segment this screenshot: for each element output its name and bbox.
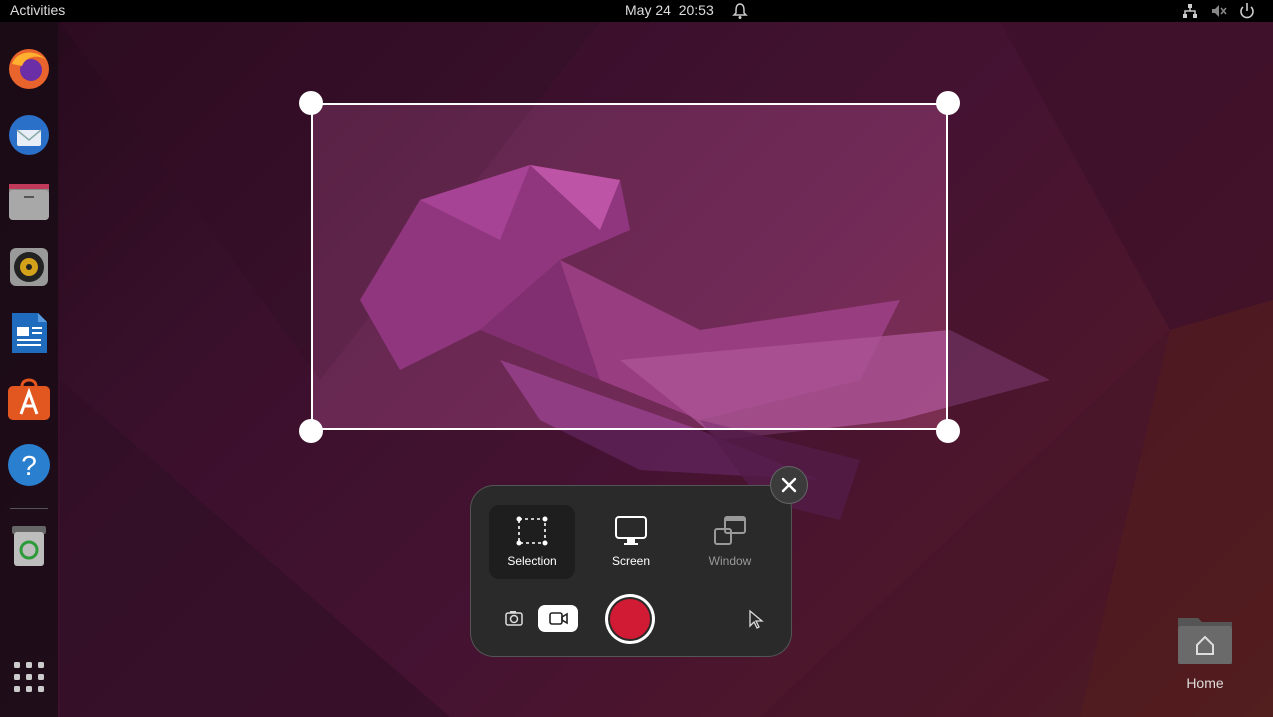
monitor-icon [615,516,647,545]
screenshot-panel: Selection Screen Window [470,485,792,657]
selection-icon [516,516,548,546]
selection-handle-top-right[interactable] [936,91,960,115]
rhythmbox-icon [10,248,48,286]
network-icon[interactable] [1181,2,1199,20]
power-icon[interactable] [1238,2,1256,20]
dock: ? [0,22,58,717]
dock-item-files[interactable] [6,178,52,224]
window-icon [714,516,746,545]
dock-item-rhythmbox[interactable] [6,244,52,290]
camera-icon [505,611,523,626]
selection-area[interactable] [311,103,948,430]
dock-item-help[interactable]: ? [6,442,52,488]
close-button[interactable] [770,466,808,504]
writer-icon [12,313,47,353]
help-icon: ? [8,444,50,486]
clock-date: May 24 [625,2,671,18]
pointer-icon [749,609,764,629]
trash-icon [12,526,46,566]
dock-item-writer[interactable] [6,310,52,356]
mode-selection-button[interactable]: Selection [489,505,575,579]
desktop-home-folder[interactable]: Home [1170,612,1240,702]
bell-icon [732,3,748,19]
close-icon [781,477,797,493]
dim-top [58,22,1273,103]
record-icon [610,599,650,639]
screencast-toggle-button[interactable] [538,605,578,632]
top-bar: Activities May 24 20:53 [0,0,1273,22]
dock-item-show-apps[interactable] [6,654,52,700]
volume-muted-icon[interactable] [1210,2,1228,20]
dim-left [58,103,311,430]
activities-button[interactable]: Activities [10,2,65,18]
home-folder-icon [1178,618,1232,664]
svg-text:?: ? [21,450,37,481]
selection-handle-bottom-left[interactable] [299,419,323,443]
selection-handle-top-left[interactable] [299,91,323,115]
app-center-icon [8,378,50,420]
dock-item-app-center[interactable] [6,376,52,422]
show-pointer-button[interactable] [746,609,766,631]
screenshot-toggle-button[interactable] [500,607,528,629]
selection-handle-bottom-right[interactable] [936,419,960,443]
clock-time: 20:53 [678,2,714,18]
firefox-icon [9,49,49,89]
dock-item-thunderbird[interactable] [6,112,52,158]
mode-selection-label: Selection [507,554,557,568]
clock[interactable]: May 24 20:53 [625,2,714,18]
dock-item-trash[interactable] [6,522,52,568]
home-folder-label: Home [1186,675,1224,691]
mode-window-button[interactable]: Window [687,505,773,579]
dim-right [948,103,1273,430]
dock-item-firefox[interactable] [6,46,52,92]
thunderbird-icon [9,115,49,155]
mode-screen-label: Screen [611,554,651,568]
dock-separator [10,508,48,509]
video-camera-icon [549,612,568,625]
show-apps-icon [14,662,44,692]
mode-window-label: Window [708,554,752,568]
mode-screen-button[interactable]: Screen [588,505,674,579]
files-icon [9,184,49,220]
record-button[interactable] [605,594,655,644]
